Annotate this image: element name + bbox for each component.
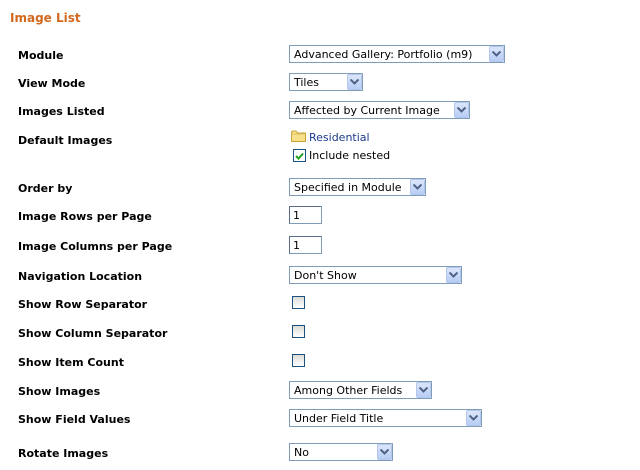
images-listed-label: Images Listed xyxy=(18,105,105,118)
image-columns-input[interactable] xyxy=(289,236,322,254)
module-row: Module Advanced Gallery: Portfolio (m9) xyxy=(0,45,640,67)
module-select-value: Advanced Gallery: Portfolio (m9) xyxy=(294,47,473,61)
chevron-down-icon xyxy=(446,267,461,283)
rotate-images-row: Rotate Images No xyxy=(0,443,640,465)
include-nested-label: Include nested xyxy=(309,149,391,162)
module-label: Module xyxy=(18,49,64,62)
default-images-label: Default Images xyxy=(18,134,113,147)
show-column-separator-checkbox[interactable] xyxy=(292,325,305,338)
show-row-separator-checkbox[interactable] xyxy=(292,296,305,309)
show-item-count-label: Show Item Count xyxy=(18,356,124,369)
default-images-row: Default Images Residential Include neste… xyxy=(0,130,640,170)
chevron-down-icon xyxy=(416,382,431,398)
order-by-row: Order by Specified in Module xyxy=(0,178,640,200)
show-item-count-row: Show Item Count xyxy=(0,352,640,374)
chevron-down-icon xyxy=(377,444,392,460)
default-images-folder-link[interactable]: Residential xyxy=(309,131,370,144)
show-row-separator-row: Show Row Separator xyxy=(0,294,640,316)
show-field-values-label: Show Field Values xyxy=(18,413,131,426)
chevron-down-icon xyxy=(454,102,469,118)
chevron-down-icon xyxy=(347,74,362,90)
show-images-label: Show Images xyxy=(18,385,101,398)
view-mode-select-value: Tiles xyxy=(294,75,319,89)
image-rows-input[interactable] xyxy=(289,206,322,224)
include-nested-checkbox[interactable] xyxy=(293,149,306,162)
rotate-images-select[interactable]: No xyxy=(289,443,393,461)
chevron-down-icon xyxy=(466,410,481,426)
navigation-location-row: Navigation Location Don't Show xyxy=(0,266,640,288)
section-title: Image List xyxy=(10,11,81,25)
default-images-folder[interactable]: Residential xyxy=(291,130,370,145)
folder-icon xyxy=(291,130,306,145)
show-column-separator-label: Show Column Separator xyxy=(18,327,168,340)
order-by-label: Order by xyxy=(18,182,73,195)
images-listed-select[interactable]: Affected by Current Image xyxy=(289,101,470,119)
show-item-count-checkbox[interactable] xyxy=(292,354,305,367)
show-images-select-value: Among Other Fields xyxy=(294,383,403,397)
image-rows-row: Image Rows per Page xyxy=(0,206,640,228)
checkmark-icon xyxy=(295,152,304,160)
image-columns-label: Image Columns per Page xyxy=(18,240,173,253)
order-by-select-value: Specified in Module xyxy=(294,180,402,194)
chevron-down-icon xyxy=(489,46,504,62)
show-column-separator-row: Show Column Separator xyxy=(0,323,640,345)
image-rows-label: Image Rows per Page xyxy=(18,210,152,223)
show-field-values-row: Show Field Values Under Field Title xyxy=(0,409,640,431)
chevron-down-icon xyxy=(410,179,425,195)
images-listed-select-value: Affected by Current Image xyxy=(294,103,440,117)
image-columns-row: Image Columns per Page xyxy=(0,236,640,258)
navigation-location-select[interactable]: Don't Show xyxy=(289,266,462,284)
navigation-location-label: Navigation Location xyxy=(18,270,143,283)
images-listed-row: Images Listed Affected by Current Image xyxy=(0,101,640,123)
view-mode-select[interactable]: Tiles xyxy=(289,73,363,91)
include-nested: Include nested xyxy=(293,149,390,162)
show-field-values-select[interactable]: Under Field Title xyxy=(289,409,482,427)
show-row-separator-label: Show Row Separator xyxy=(18,298,148,311)
show-images-select[interactable]: Among Other Fields xyxy=(289,381,432,399)
module-select[interactable]: Advanced Gallery: Portfolio (m9) xyxy=(289,45,505,63)
view-mode-label: View Mode xyxy=(18,77,86,90)
view-mode-row: View Mode Tiles xyxy=(0,73,640,95)
rotate-images-label: Rotate Images xyxy=(18,447,109,460)
show-field-values-select-value: Under Field Title xyxy=(294,411,384,425)
show-images-row: Show Images Among Other Fields xyxy=(0,381,640,403)
navigation-location-select-value: Don't Show xyxy=(294,268,357,282)
order-by-select[interactable]: Specified in Module xyxy=(289,178,426,196)
rotate-images-select-value: No xyxy=(294,445,309,459)
